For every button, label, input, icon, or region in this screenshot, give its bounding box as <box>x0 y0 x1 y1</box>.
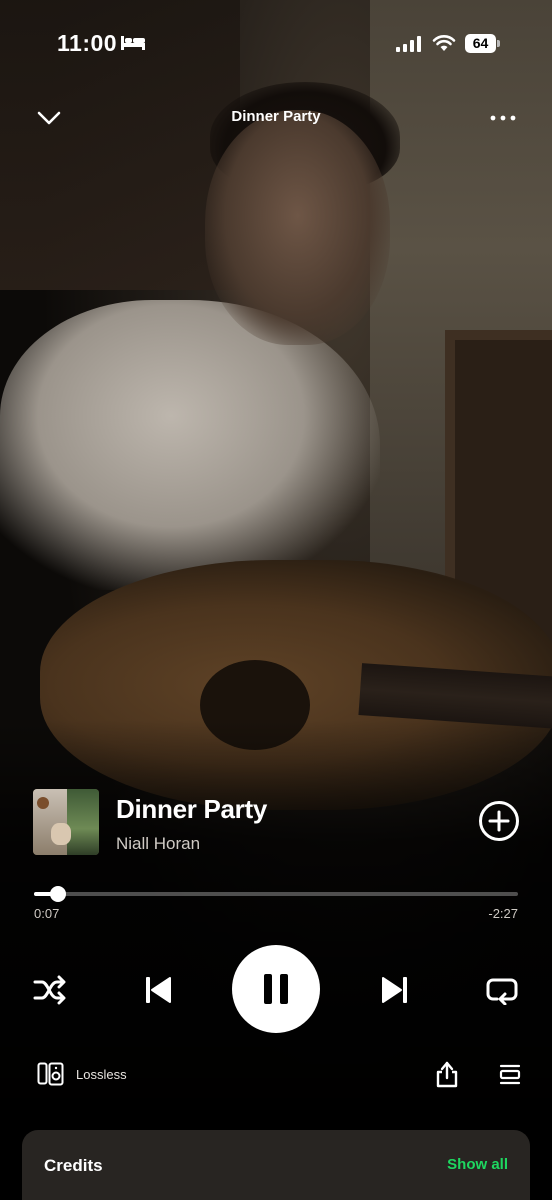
queue-icon[interactable] <box>498 1063 522 1087</box>
track-artist[interactable]: Niall Horan <box>116 834 200 854</box>
album-art-detail <box>37 797 49 809</box>
album-art[interactable] <box>33 789 99 855</box>
audio-quality-label[interactable]: Lossless <box>76 1067 127 1082</box>
credits-title: Credits <box>44 1156 103 1175</box>
more-options-icon[interactable] <box>488 108 518 128</box>
player-header: Dinner Party <box>0 100 552 136</box>
shuffle-icon <box>33 975 66 1005</box>
playback-controls <box>0 945 552 1035</box>
cellular-signal-icon <box>396 36 421 52</box>
connect-device-icon[interactable] <box>37 1062 65 1086</box>
context-title: Dinner Party <box>231 108 321 125</box>
time-elapsed: 0:07 <box>34 906 60 921</box>
album-art-figure <box>51 823 71 845</box>
background-figure-head <box>205 110 390 345</box>
share-icon[interactable] <box>434 1060 460 1088</box>
progress-thumb[interactable] <box>50 886 67 902</box>
time-remaining: -2:27 <box>488 906 518 921</box>
skip-forward-icon <box>382 977 407 1003</box>
shuffle-button[interactable] <box>30 973 70 1007</box>
now-playing-screen: 11:00 64 Dinner Party Dinner Party Niall… <box>0 0 552 1200</box>
pause-icon <box>264 974 288 1004</box>
repeat-icon <box>486 978 518 1005</box>
previous-button[interactable] <box>138 971 178 1009</box>
next-button[interactable] <box>375 971 415 1009</box>
album-art-plants <box>67 789 99 855</box>
sleep-focus-icon <box>121 36 145 50</box>
progress-bar[interactable]: 0:07 -2:27 <box>34 883 518 923</box>
status-bar: 11:00 64 <box>0 0 552 90</box>
background-figure-shirt <box>0 300 380 590</box>
battery-level: 64 <box>465 34 496 53</box>
skip-back-icon <box>146 977 171 1003</box>
wifi-icon <box>432 35 456 51</box>
track-info: Dinner Party Niall Horan <box>0 788 552 858</box>
status-time: 11:00 <box>57 30 118 56</box>
battery-tip <box>497 40 500 47</box>
add-to-library-icon[interactable] <box>478 800 520 842</box>
track-title[interactable]: Dinner Party <box>116 794 267 825</box>
credits-card: Credits Show all <box>22 1130 530 1200</box>
player-footer-row: Lossless <box>0 1058 552 1092</box>
battery-indicator: 64 <box>465 34 501 53</box>
show-all-link[interactable]: Show all <box>447 1156 508 1173</box>
repeat-button[interactable] <box>482 973 522 1007</box>
pause-button[interactable] <box>232 945 320 1033</box>
progress-track[interactable] <box>34 892 518 896</box>
